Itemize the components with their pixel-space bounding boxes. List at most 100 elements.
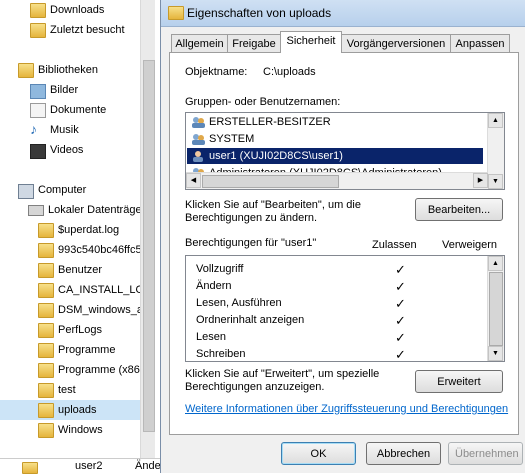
allow-checkmark-icon: ✓ bbox=[395, 313, 406, 328]
groups-listbox[interactable]: ERSTELLER-BESITZER SYSTEM user1 (XUJI02D… bbox=[185, 112, 505, 190]
groups-label: Gruppen- oder Benutzernamen: bbox=[185, 96, 341, 108]
allow-column-header: Zulassen bbox=[372, 239, 417, 251]
scroll-right-arrow-icon[interactable]: ▶ bbox=[473, 173, 488, 188]
drive-icon bbox=[28, 205, 44, 216]
allow-checkmark-icon: ✓ bbox=[395, 279, 406, 294]
allow-checkmark-icon: ✓ bbox=[395, 330, 406, 345]
permission-row: Ändern ✓ bbox=[187, 278, 474, 295]
bottom-item-date: Ände bbox=[135, 460, 161, 472]
folder-icon bbox=[38, 223, 54, 238]
nav-label: Computer bbox=[38, 184, 87, 196]
object-name-label: Objektname: bbox=[185, 66, 248, 78]
cancel-button[interactable]: Abbrechen bbox=[366, 442, 441, 465]
explorer-nav-pane: Downloads Zuletzt besucht Bibliotheken B… bbox=[0, 0, 155, 458]
nav-label: DSM_windows_a bbox=[58, 304, 143, 316]
properties-dialog: Eigenschaften von uploads Allgemein Frei… bbox=[160, 0, 525, 473]
permission-row: Schreiben ✓ bbox=[187, 346, 474, 362]
user-icon bbox=[191, 150, 205, 162]
nav-label: Dokumente bbox=[50, 104, 107, 116]
nav-item-uploads[interactable]: uploads bbox=[0, 400, 140, 420]
documents-icon bbox=[30, 103, 46, 118]
vscroll-thumb[interactable] bbox=[489, 272, 503, 346]
nav-label: uploads bbox=[58, 404, 97, 416]
hscroll-thumb[interactable] bbox=[202, 175, 339, 188]
folder-icon bbox=[38, 243, 54, 258]
dialog-title: Eigenschaften von uploads bbox=[187, 6, 332, 20]
folder-icon bbox=[30, 3, 46, 18]
tab-vorgaengerversionen[interactable]: Vorgängerversionen bbox=[341, 34, 451, 52]
user-group-icon bbox=[191, 116, 205, 128]
edit-button[interactable]: Bearbeiten... bbox=[415, 198, 503, 221]
tab-freigabe[interactable]: Freigabe bbox=[227, 34, 281, 52]
permission-name: Lesen, Ausführen bbox=[196, 297, 282, 309]
permissions-vscrollbar[interactable]: ▲ ▼ bbox=[487, 256, 504, 361]
tab-allgemein[interactable]: Allgemein bbox=[171, 34, 228, 52]
folder-icon bbox=[38, 303, 54, 318]
advanced-hint-line1: Klicken Sie auf "Erweitert", um speziell… bbox=[185, 368, 380, 380]
bottom-item-name: user2 bbox=[75, 460, 103, 472]
folder-icon bbox=[38, 383, 54, 398]
folder-icon bbox=[168, 6, 184, 20]
folder-icon bbox=[38, 283, 54, 298]
advanced-button[interactable]: Erweitert bbox=[415, 370, 503, 393]
nav-label: PerfLogs bbox=[58, 324, 103, 336]
pictures-icon bbox=[30, 84, 46, 99]
scroll-down-arrow-icon[interactable]: ▼ bbox=[488, 346, 503, 361]
dialog-titlebar[interactable]: Eigenschaften von uploads bbox=[161, 0, 525, 27]
ok-button[interactable]: OK bbox=[281, 442, 356, 465]
nav-scroll-thumb[interactable] bbox=[143, 60, 155, 432]
scroll-up-arrow-icon[interactable]: ▲ bbox=[488, 113, 503, 128]
nav-label: 993c540bc46ffc5 bbox=[58, 244, 142, 256]
permission-row: Vollzugriff ✓ bbox=[187, 261, 474, 278]
permission-name: Schreiben bbox=[196, 348, 246, 360]
permission-name: Vollzugriff bbox=[196, 263, 244, 275]
nav-label: Zuletzt besucht bbox=[50, 24, 125, 36]
nav-label: Videos bbox=[50, 144, 84, 156]
apply-button[interactable]: Übernehmen bbox=[448, 442, 523, 465]
allow-checkmark-icon: ✓ bbox=[395, 296, 406, 311]
computer-icon bbox=[18, 184, 34, 199]
libraries-icon bbox=[18, 63, 34, 78]
group-item-system[interactable]: SYSTEM bbox=[187, 131, 483, 147]
permission-row: Ordnerinhalt anzeigen ✓ bbox=[187, 312, 474, 329]
user-group-icon bbox=[191, 133, 205, 145]
folder-icon bbox=[38, 403, 54, 418]
nav-label: CA_INSTALL_LOG bbox=[58, 284, 153, 296]
group-name: user1 (XUJI02D8CS\user1) bbox=[209, 150, 343, 162]
folder-icon bbox=[22, 462, 38, 474]
nav-label: Programme (x86) bbox=[58, 364, 144, 376]
object-name-value: C:\uploads bbox=[263, 66, 316, 78]
more-info-link[interactable]: Weitere Informationen über Zugriffssteue… bbox=[185, 403, 508, 415]
groups-vscrollbar[interactable]: ▲ ▼ bbox=[487, 113, 504, 189]
permission-name: Ordnerinhalt anzeigen bbox=[196, 314, 305, 326]
nav-scrollbar[interactable] bbox=[140, 0, 155, 458]
nav-label: Musik bbox=[50, 124, 79, 136]
permissions-for-label: Berechtigungen für "user1" bbox=[185, 237, 317, 249]
groups-hscrollbar[interactable]: ◀ ▶ bbox=[186, 172, 488, 189]
tab-strip: Allgemein Freigabe Sicherheit Vorgängerv… bbox=[169, 31, 519, 53]
folder-icon bbox=[38, 323, 54, 338]
nav-label: $uperdat.log bbox=[58, 224, 120, 236]
tab-sicherheit[interactable]: Sicherheit bbox=[280, 31, 342, 53]
permission-row: Lesen ✓ bbox=[187, 329, 474, 346]
nav-label: Benutzer bbox=[58, 264, 103, 276]
tab-anpassen[interactable]: Anpassen bbox=[450, 34, 510, 52]
scroll-up-arrow-icon[interactable]: ▲ bbox=[488, 256, 503, 271]
group-item-user1[interactable]: user1 (XUJI02D8CS\user1) bbox=[187, 148, 483, 164]
group-item-ersteller-besitzer[interactable]: ERSTELLER-BESITZER bbox=[187, 114, 483, 130]
folder-icon bbox=[38, 363, 54, 378]
scroll-left-arrow-icon[interactable]: ◀ bbox=[186, 173, 201, 188]
permissions-listbox[interactable]: Vollzugriff ✓ Ändern ✓ Lesen, Ausführen … bbox=[185, 255, 505, 362]
permission-row: Lesen, Ausführen ✓ bbox=[187, 295, 474, 312]
nav-label: Lokaler Datenträge bbox=[48, 204, 142, 216]
allow-checkmark-icon: ✓ bbox=[395, 347, 406, 362]
group-name: SYSTEM bbox=[209, 133, 255, 145]
edit-hint-line2: Berechtigungen zu ändern. bbox=[185, 212, 318, 224]
scroll-down-arrow-icon[interactable]: ▼ bbox=[488, 174, 503, 189]
advanced-hint-line2: Berechtigungen anzuzeigen. bbox=[185, 381, 325, 393]
nav-label: test bbox=[58, 384, 76, 396]
deny-column-header: Verweigern bbox=[442, 239, 498, 251]
folder-icon bbox=[38, 423, 54, 438]
edit-hint-line1: Klicken Sie auf "Bearbeiten", um die bbox=[185, 199, 361, 211]
allow-checkmark-icon: ✓ bbox=[395, 262, 406, 277]
